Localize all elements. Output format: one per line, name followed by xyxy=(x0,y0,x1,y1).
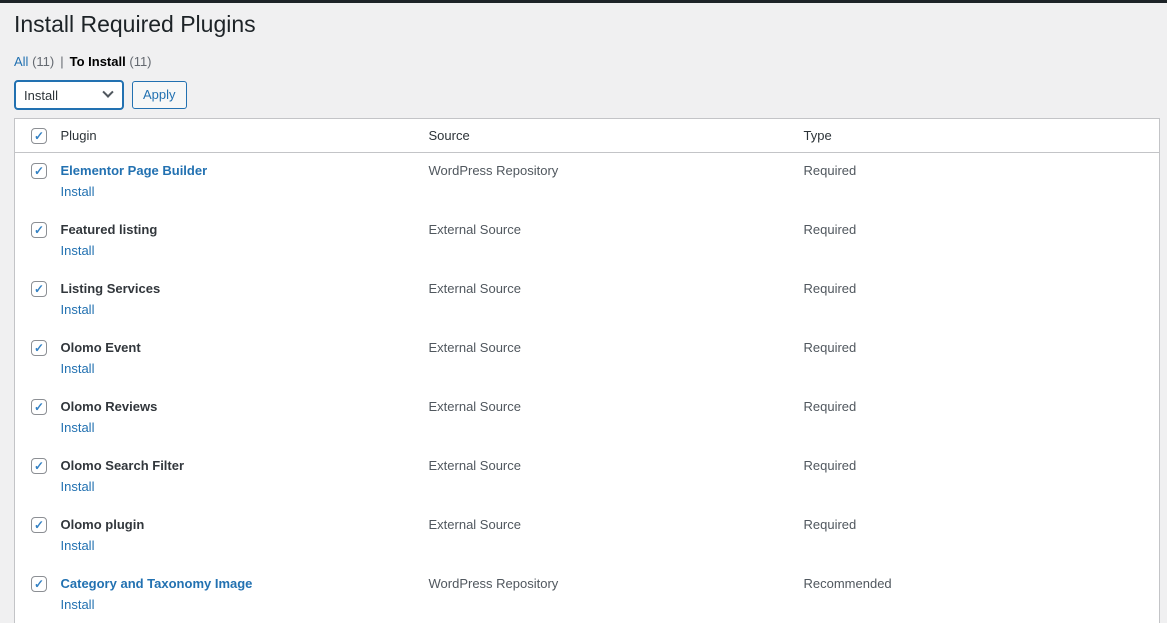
type-cell: Required xyxy=(803,281,857,297)
install-link[interactable]: Install xyxy=(61,538,95,553)
plugin-name[interactable]: Olomo Reviews xyxy=(61,399,158,414)
type-cell: Required xyxy=(803,517,857,533)
page-title: Install Required Plugins xyxy=(14,11,256,37)
filter-to-install-count: (11) xyxy=(129,53,152,69)
row-checkbox[interactable]: ✓ xyxy=(31,399,47,416)
plugin-name[interactable]: Olomo Event xyxy=(61,340,141,355)
source-cell: External Source xyxy=(428,340,522,356)
check-icon: ✓ xyxy=(33,577,45,592)
row-checkbox[interactable]: ✓ xyxy=(31,517,47,534)
check-icon: ✓ xyxy=(33,282,45,297)
filter-all-count: (11) xyxy=(32,53,55,69)
check-icon: ✓ xyxy=(33,129,45,144)
bulk-action-selected-value: Install xyxy=(24,87,58,103)
table-row: ✓ Category and Taxonomy Image Install Wo… xyxy=(15,566,1160,623)
plugins-table-header: ✓ Plugin Source Type xyxy=(14,118,1160,154)
type-cell: Required xyxy=(803,340,857,356)
row-checkbox[interactable]: ✓ xyxy=(31,281,47,298)
install-link[interactable]: Install xyxy=(61,361,95,376)
install-link[interactable]: Install xyxy=(61,243,95,258)
source-cell: External Source xyxy=(428,281,522,297)
table-row: ✓ Listing Services Install External Sour… xyxy=(15,271,1160,330)
check-icon: ✓ xyxy=(33,341,45,356)
install-link[interactable]: Install xyxy=(61,420,95,435)
table-row: ✓ Olomo Event Install External Source Re… xyxy=(15,330,1160,389)
type-cell: Required xyxy=(803,222,857,238)
select-all-checkbox[interactable]: ✓ xyxy=(31,128,47,145)
table-row: ✓ Featured listing Install External Sour… xyxy=(15,212,1160,271)
check-icon: ✓ xyxy=(33,518,45,533)
filter-to-install-label: To Install xyxy=(69,53,126,69)
row-checkbox[interactable]: ✓ xyxy=(31,576,47,593)
type-cell: Recommended xyxy=(803,576,892,592)
check-icon: ✓ xyxy=(33,400,45,415)
row-checkbox[interactable]: ✓ xyxy=(31,222,47,239)
filter-all-link[interactable]: All (11) xyxy=(14,54,54,69)
row-checkbox[interactable]: ✓ xyxy=(31,458,47,475)
apply-button[interactable]: Apply xyxy=(132,81,187,110)
plugin-name[interactable]: Listing Services xyxy=(61,281,161,296)
plugin-name[interactable]: Olomo Search Filter xyxy=(61,458,185,473)
column-header-source: Source xyxy=(428,118,804,154)
source-cell: WordPress Repository xyxy=(428,163,559,179)
source-cell: External Source xyxy=(428,517,522,533)
row-checkbox[interactable]: ✓ xyxy=(31,163,47,180)
bulk-action-select[interactable]: Install xyxy=(14,80,124,111)
type-cell: Required xyxy=(803,163,857,179)
column-header-type: Type xyxy=(803,118,1160,154)
filter-to-install-link[interactable]: To Install (11) xyxy=(70,54,152,69)
plugin-name[interactable]: Category and Taxonomy Image xyxy=(61,576,253,591)
install-link[interactable]: Install xyxy=(61,479,95,494)
status-filter-links: All (11) | To Install (11) xyxy=(14,53,1160,71)
install-link[interactable]: Install xyxy=(61,597,95,612)
plugin-name[interactable]: Featured listing xyxy=(61,222,158,237)
plugin-name[interactable]: Olomo plugin xyxy=(61,517,145,532)
check-icon: ✓ xyxy=(33,459,45,474)
check-icon: ✓ xyxy=(33,164,45,179)
plugin-name[interactable]: Elementor Page Builder xyxy=(61,163,208,178)
page-wrap: Install Required Plugins All (11) | To Ins… xyxy=(0,3,1167,623)
source-cell: External Source xyxy=(428,458,522,474)
bulk-actions-bar: Install Apply xyxy=(14,80,1160,111)
table-row: ✓ Olomo plugin Install External Source R… xyxy=(15,507,1160,566)
filter-all-label: All xyxy=(14,53,29,69)
source-cell: External Source xyxy=(428,222,522,238)
source-cell: External Source xyxy=(428,399,522,415)
type-cell: Required xyxy=(803,399,857,415)
check-icon: ✓ xyxy=(33,223,45,238)
table-row: ✓ Elementor Page Builder Install WordPre… xyxy=(15,153,1160,213)
source-cell: WordPress Repository xyxy=(428,576,559,592)
install-link[interactable]: Install xyxy=(61,302,95,317)
table-row: ✓ Olomo Reviews Install External Source … xyxy=(15,389,1160,448)
type-cell: Required xyxy=(803,458,857,474)
filter-separator: | xyxy=(60,53,64,69)
row-checkbox[interactable]: ✓ xyxy=(31,340,47,357)
plugins-table: ✓ Plugin Source Type ✓ Elementor Page Bu… xyxy=(14,118,1160,623)
plugins-table-body: ✓ Elementor Page Builder Install WordPre… xyxy=(15,153,1160,623)
install-link[interactable]: Install xyxy=(61,184,95,199)
column-header-plugin: Plugin xyxy=(60,118,429,154)
table-row: ✓ Olomo Search Filter Install External S… xyxy=(15,448,1160,507)
chevron-down-icon xyxy=(102,86,114,98)
